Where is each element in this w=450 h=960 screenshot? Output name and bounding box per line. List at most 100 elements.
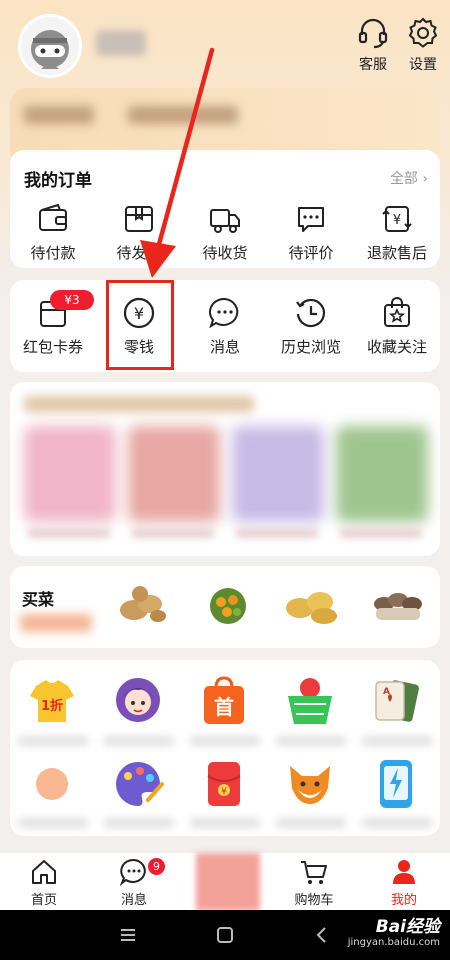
home-icon <box>32 860 56 884</box>
grocery-card[interactable]: 买菜 <box>10 566 440 648</box>
watermark: Bai经验 jingyan.baidu.com <box>348 912 440 948</box>
customer-service-label: 客服 <box>359 57 387 73</box>
grid-badge-text: 1折 <box>41 698 63 714</box>
tool-messages[interactable]: 消息 <box>182 296 268 357</box>
grid-label-blurred <box>190 736 260 746</box>
message-count-badge: 9 <box>148 858 165 875</box>
cart-icon <box>301 861 327 884</box>
tool-item-label: 收藏关注 <box>366 338 427 356</box>
tab-mine[interactable]: 我的 <box>364 857 444 908</box>
center-tab-blurred[interactable] <box>196 853 260 911</box>
girl-avatar-icon[interactable] <box>108 672 168 732</box>
package-icon <box>125 206 153 232</box>
tool-favorites[interactable]: 收藏关注 <box>354 296 440 357</box>
potato-icon[interactable] <box>280 580 344 628</box>
grocery-title: 买菜 <box>22 590 55 609</box>
service-grid-card: 1折 首 A ¥ <box>10 660 440 836</box>
tab-label: 消息 <box>120 893 147 908</box>
headset-icon <box>358 18 388 49</box>
grid-label-blurred <box>18 736 88 746</box>
tab-home[interactable]: 首页 <box>4 857 84 908</box>
promo-image-blurred <box>232 426 324 522</box>
tool-item-label: 历史浏览 <box>280 338 341 356</box>
avatar[interactable] <box>18 14 82 78</box>
order-item-label: 待付款 <box>30 244 76 262</box>
grocery-subtitle-blurred <box>20 614 92 632</box>
promo-text-blurred <box>340 528 422 538</box>
promo-text-blurred <box>236 528 318 538</box>
order-item-label: 待评价 <box>288 244 334 262</box>
grid-label-blurred <box>18 818 88 828</box>
promo-header-blurred <box>24 396 254 412</box>
orders-card: 我的订单 全部 › 待付款 待发货 待收货 待评价 ¥ 退款售后 <box>10 150 440 268</box>
grid-label-blurred <box>362 736 432 746</box>
member-card-text-blurred <box>24 106 94 124</box>
promo-image-blurred <box>128 426 220 522</box>
tab-cart[interactable]: 购物车 <box>274 857 354 908</box>
orders-row: 待付款 待发货 待收货 待评价 ¥ 退款售后 <box>10 202 440 263</box>
order-item-label: 退款售后 <box>366 244 427 262</box>
member-card-text-blurred <box>128 106 238 124</box>
palette-icon[interactable] <box>108 754 168 814</box>
truck-icon <box>210 209 240 233</box>
tab-label: 首页 <box>30 893 57 908</box>
grid-label-blurred <box>104 818 174 828</box>
order-pending-receipt[interactable]: 待收货 <box>182 202 268 263</box>
tab-label: 购物车 <box>294 893 334 908</box>
order-pending-payment[interactable]: 待付款 <box>10 202 96 263</box>
message-icon <box>209 297 239 329</box>
promo-text-blurred <box>132 528 214 538</box>
history-icon <box>296 298 326 328</box>
back-icon[interactable] <box>312 925 332 945</box>
orders-all-link[interactable]: 全部 › <box>390 168 428 188</box>
grid-label-blurred <box>190 818 260 828</box>
customer-service-button[interactable]: 客服 <box>353 16 393 74</box>
grid-label-blurred <box>104 736 174 746</box>
refund-icon: ¥ <box>382 206 412 232</box>
order-pending-shipment[interactable]: 待发货 <box>96 202 182 263</box>
svg-text:¥: ¥ <box>393 213 401 228</box>
shop-bag-icon[interactable]: 首 <box>194 672 254 732</box>
promo-image-blurred <box>24 426 116 522</box>
tab-label: 我的 <box>390 893 417 908</box>
grid-shop-char: 首 <box>214 695 234 719</box>
red-envelope-icon[interactable]: ¥ <box>194 754 254 814</box>
wallet-icon <box>39 203 67 231</box>
promo-card-blurred[interactable] <box>10 382 440 556</box>
orange-fruit-icon[interactable] <box>22 754 82 814</box>
order-pending-review[interactable]: 待评价 <box>268 202 354 263</box>
person-icon <box>393 860 415 884</box>
fox-mascot-icon[interactable] <box>280 754 340 814</box>
tool-browse-history[interactable]: 历史浏览 <box>268 296 354 357</box>
gear-icon <box>408 17 438 48</box>
discount-tshirt-icon[interactable]: 1折 <box>22 672 82 732</box>
order-item-label: 待发货 <box>116 244 162 262</box>
home-square-icon[interactable] <box>215 925 235 945</box>
grid-label-blurred <box>362 818 432 828</box>
chat-icon <box>119 858 146 886</box>
grid-label-blurred <box>276 736 346 746</box>
orders-title: 我的订单 <box>24 171 92 191</box>
ninja-avatar-icon <box>21 17 79 75</box>
coupon-badge: ¥3 <box>50 290 94 310</box>
order-refund-aftersale[interactable]: ¥ 退款售后 <box>354 202 440 263</box>
user-name-blurred <box>96 30 146 56</box>
playing-cards-icon[interactable]: A <box>366 672 426 732</box>
promo-image-blurred <box>336 426 428 522</box>
order-item-label: 待收货 <box>202 244 248 262</box>
svg-text:¥: ¥ <box>221 787 227 797</box>
bottom-tab-bar: 首页 消息 购物车 我的 <box>0 852 450 911</box>
phone-charge-icon[interactable] <box>366 754 426 814</box>
comment-icon <box>298 207 324 232</box>
settings-button[interactable]: 设置 <box>403 16 443 74</box>
promo-text-blurred <box>28 528 110 538</box>
mushroom-icon[interactable] <box>366 580 430 628</box>
menu-icon[interactable] <box>118 925 138 945</box>
vegetable-basket-icon[interactable] <box>196 580 260 628</box>
settings-label: 设置 <box>409 57 437 73</box>
watermark-brand: Bai经验 <box>375 917 440 937</box>
tools-card: ¥3 红包卡券 ¥ 零钱 消息 历史浏览 收藏关注 <box>10 280 440 372</box>
highlight-box <box>106 280 174 370</box>
ginger-icon[interactable] <box>110 580 174 628</box>
fruit-basket-icon[interactable] <box>280 672 340 732</box>
